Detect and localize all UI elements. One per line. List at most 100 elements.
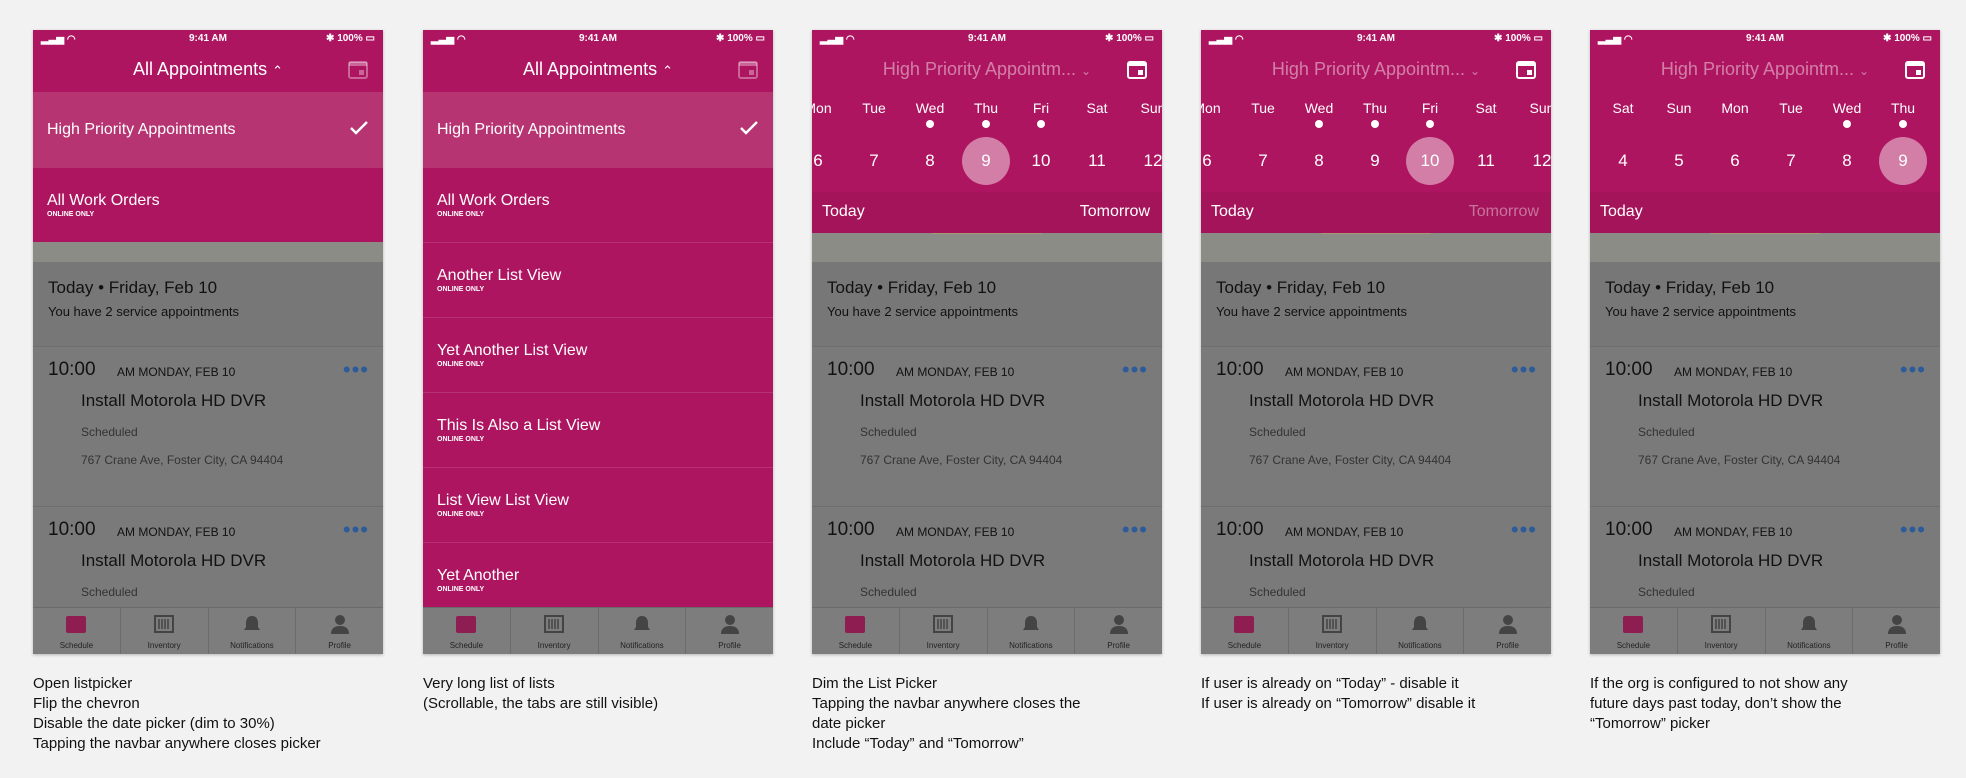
date-number: 8 <box>1842 151 1852 170</box>
more-icon[interactable]: ••• <box>1511 357 1537 383</box>
appointment-card[interactable]: 10:00 AM MONDAY, FEB 10 ••• Install Moto… <box>33 346 383 506</box>
day-header: Today • Friday, Feb 10 You have 2 servic… <box>1590 262 1940 346</box>
calendar-icon[interactable] <box>1515 58 1537 80</box>
list-option-sub: ONLINE ONLY <box>47 211 95 218</box>
tab-notifications[interactable]: Notifications <box>1766 608 1854 654</box>
calendar-icon[interactable] <box>1126 58 1148 80</box>
caption-3: Dim the List Picker Tapping the navbar an… <box>812 675 1081 752</box>
more-icon[interactable]: ••• <box>1122 357 1148 383</box>
date-number: 5 <box>1674 151 1684 170</box>
navbar[interactable]: ▂▃▅ ◠ 9:41 AM ✱ 100% ▭ High Priority App… <box>1201 30 1551 92</box>
list-option[interactable]: High Priority Appointments <box>423 92 773 167</box>
navbar[interactable]: ▂▃▅ ◠ 9:41 AM ✱ 100% ▭ High Priority App… <box>812 30 1162 92</box>
tab-profile[interactable]: Profile <box>296 608 383 654</box>
list-picker-title[interactable]: All Appointments ⌃ <box>423 59 773 80</box>
tab-schedule[interactable]: Schedule <box>812 608 900 654</box>
appointment-time: 10:00 <box>48 359 96 380</box>
list-option-label: High Priority Appointments <box>437 121 626 138</box>
more-icon[interactable]: ••• <box>343 357 369 383</box>
appointment-address: 767 Crane Ave, Foster City, CA 94404 <box>1638 453 1841 467</box>
appointment-time: 10:00 <box>1216 519 1264 540</box>
appointment-card[interactable]: 10:00 AM MONDAY, FEB 10 ••• Install Moto… <box>1590 346 1940 506</box>
appointment-status: Scheduled <box>1249 425 1306 439</box>
day-header: Today • Friday, Feb 10 You have 2 servic… <box>33 262 383 346</box>
list-picker-title[interactable]: High Priority Appointm... ⌄ <box>1590 59 1940 80</box>
phone-screen-5: Today • Friday, Feb 10 You have 2 servic… <box>1590 30 1940 654</box>
tab-inventory[interactable]: Inventory <box>121 608 209 654</box>
list-option[interactable]: All Work Orders ONLINE ONLY <box>423 167 773 242</box>
day-of-week: Thu <box>973 100 999 116</box>
more-icon[interactable]: ••• <box>1122 517 1148 543</box>
list-option-label: Yet Another <box>437 567 520 584</box>
appointment-card[interactable]: 10:00 AM MONDAY, FEB 10 ••• Install Moto… <box>812 346 1162 506</box>
tab-profile[interactable]: Profile <box>1464 608 1551 654</box>
appointment-title: Install Motorola HD DVR <box>1249 551 1435 570</box>
bell-icon <box>1022 616 1039 630</box>
tab-schedule[interactable]: Schedule <box>33 608 121 654</box>
bell-icon <box>1411 616 1428 630</box>
tab-bar: Schedule Inventory Notifications Profile <box>812 607 1162 654</box>
tab-label: Inventory <box>1704 641 1738 650</box>
event-dot-icon <box>1037 120 1045 128</box>
appointment-card[interactable]: 10:00 AM MONDAY, FEB 10 ••• Install Moto… <box>1201 346 1551 506</box>
tab-label: Inventory <box>1315 641 1349 650</box>
date-number: 4 <box>1618 151 1628 170</box>
more-icon[interactable]: ••• <box>343 517 369 543</box>
list-option[interactable]: This Is Also a List View ONLINE ONLY <box>423 392 773 467</box>
tab-schedule[interactable]: Schedule <box>423 608 511 654</box>
list-picker-title[interactable]: All Appointments ⌃ <box>33 59 383 80</box>
tab-notifications[interactable]: Notifications <box>599 608 687 654</box>
list-option[interactable]: Yet Another ONLINE ONLY <box>423 542 773 617</box>
tab-profile[interactable]: Profile <box>1853 608 1940 654</box>
today-button[interactable]: Today <box>1600 203 1643 221</box>
date-number: 7 <box>1258 151 1268 170</box>
tab-profile[interactable]: Profile <box>686 608 773 654</box>
phone-screen-2: ▂▃▅ ◠ 9:41 AM ✱ 100% ▭ All Appointments … <box>423 30 773 654</box>
tab-label: Profile <box>1107 641 1130 650</box>
list-option[interactable]: List View List View ONLINE ONLY <box>423 467 773 542</box>
list-option[interactable]: All Work Orders ONLINE ONLY <box>33 167 383 242</box>
battery-level: 100% <box>337 33 363 44</box>
tab-label: Notifications <box>620 641 664 650</box>
tab-notifications[interactable]: Notifications <box>209 608 297 654</box>
calendar-icon[interactable] <box>1904 58 1926 80</box>
tab-notifications[interactable]: Notifications <box>1377 608 1465 654</box>
list-title: High Priority Appointm... <box>1660 59 1854 79</box>
navbar[interactable]: ▂▃▅ ◠ 9:41 AM ✱ 100% ▭ All Appointments … <box>423 30 773 92</box>
person-icon <box>1887 615 1906 634</box>
tab-bar: Schedule Inventory Notifications Profile <box>1590 607 1940 654</box>
day-header: Today • Friday, Feb 10 You have 2 servic… <box>1201 262 1551 346</box>
event-dot-icon <box>1843 120 1851 128</box>
today-button[interactable]: Today <box>1211 203 1254 221</box>
more-icon[interactable]: ••• <box>1900 517 1926 543</box>
navbar[interactable]: ▂▃▅ ◠ 9:41 AM ✱ 100% ▭ All Appointments … <box>33 30 383 92</box>
tomorrow-button[interactable]: Tomorrow <box>1469 203 1539 221</box>
today-button[interactable]: Today <box>822 203 865 221</box>
tab-inventory[interactable]: Inventory <box>900 608 988 654</box>
calendar-icon <box>845 616 866 633</box>
list-option[interactable]: Yet Another List View ONLINE ONLY <box>423 317 773 392</box>
tab-inventory[interactable]: Inventory <box>1678 608 1766 654</box>
appointment-day: AM MONDAY, FEB 10 <box>117 525 236 539</box>
list-option[interactable]: Another List View ONLINE ONLY <box>423 242 773 317</box>
more-icon[interactable]: ••• <box>1511 517 1537 543</box>
more-icon[interactable]: ••• <box>1900 357 1926 383</box>
list-picker-title[interactable]: High Priority Appointm... ⌄ <box>1201 59 1551 80</box>
day-of-week: Tue <box>1779 100 1803 116</box>
tomorrow-button[interactable]: Tomorrow <box>1080 203 1150 221</box>
event-dot-icon <box>1315 120 1323 128</box>
day-title: Today • Friday, Feb 10 <box>827 278 997 297</box>
list-picker-title[interactable]: High Priority Appointm... ⌄ <box>812 59 1162 80</box>
tab-label: Schedule <box>1616 641 1651 650</box>
appointment-status: Scheduled <box>81 585 138 599</box>
tab-notifications[interactable]: Notifications <box>988 608 1076 654</box>
tab-profile[interactable]: Profile <box>1075 608 1162 654</box>
navbar[interactable]: ▂▃▅ ◠ 9:41 AM ✱ 100% ▭ High Priority App… <box>1590 30 1940 92</box>
list-option[interactable]: High Priority Appointments <box>33 92 383 167</box>
tab-schedule[interactable]: Schedule <box>1590 608 1678 654</box>
tab-inventory[interactable]: Inventory <box>1289 608 1377 654</box>
status-bar: ▂▃▅ ◠ 9:41 AM ✱ 100% ▭ <box>1590 30 1940 48</box>
tab-schedule[interactable]: Schedule <box>1201 608 1289 654</box>
tab-inventory[interactable]: Inventory <box>511 608 599 654</box>
tab-label: Notifications <box>1009 641 1053 650</box>
